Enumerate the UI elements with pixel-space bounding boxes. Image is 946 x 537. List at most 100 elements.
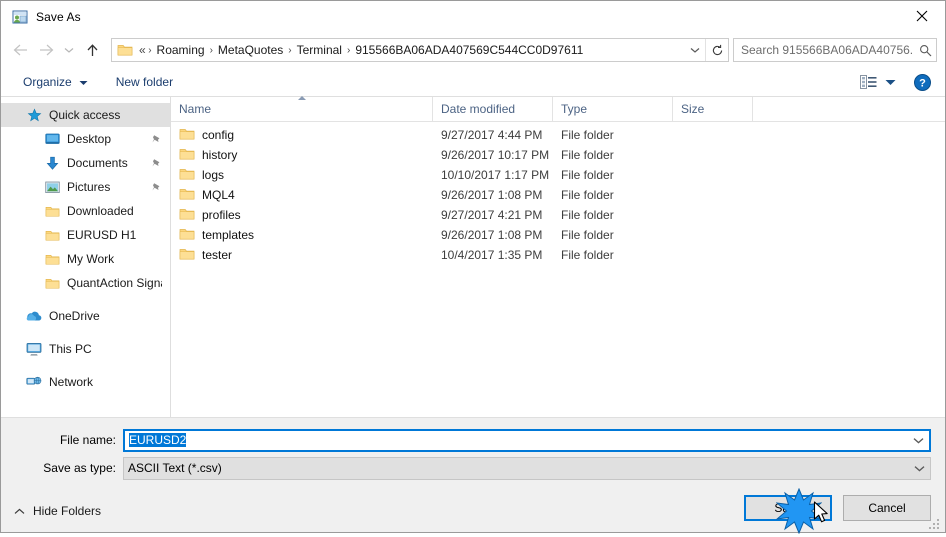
onedrive-icon: [26, 308, 42, 324]
cell-date-modified: 10/10/2017 1:17 PM: [441, 168, 550, 182]
organize-label: Organize: [23, 75, 72, 89]
sidebar-item-eurusd-h1[interactable]: EURUSD H1: [1, 223, 170, 247]
file-name-label: File name:: [59, 433, 116, 447]
breadcrumb-item-folder-id[interactable]: 915566BA06ADA407569C544CC0D97611: [351, 41, 587, 59]
save-as-icon: [12, 9, 28, 25]
breadcrumb-item-terminal[interactable]: Terminal: [293, 41, 346, 59]
breadcrumb-item-roaming[interactable]: Roaming: [153, 41, 209, 59]
cell-date-modified: 9/26/2017 1:08 PM: [441, 228, 543, 242]
table-row[interactable]: tester 10/4/2017 1:35 PM File folder: [171, 245, 945, 265]
column-header-type[interactable]: Type: [553, 97, 673, 121]
breadcrumb[interactable]: « › Roaming › MetaQuotes › Terminal › 91…: [135, 41, 685, 59]
cell-type: File folder: [561, 168, 614, 182]
sidebar-item-downloaded[interactable]: Downloaded: [1, 199, 170, 223]
folder-icon: [44, 275, 60, 291]
chevron-down-icon[interactable]: [909, 465, 930, 472]
cell-name: tester: [171, 247, 433, 263]
sidebar-item-this-pc[interactable]: This PC: [1, 337, 170, 361]
cell-name: logs: [171, 167, 433, 183]
column-header-size[interactable]: Size: [673, 97, 753, 121]
column-label: Size: [681, 102, 705, 116]
table-row[interactable]: history 9/26/2017 10:17 PM File folder: [171, 145, 945, 165]
sidebar-item-desktop[interactable]: Desktop: [1, 127, 170, 151]
table-row[interactable]: templates 9/26/2017 1:08 PM File folder: [171, 225, 945, 245]
search-placeholder: Search 915566BA06ADA40756...: [741, 43, 914, 57]
folder-icon: [179, 207, 195, 223]
dialog-buttons: Save Cancel: [744, 495, 931, 521]
organize-button[interactable]: Organize: [17, 72, 94, 92]
recent-locations-chevron-down-icon[interactable]: [59, 37, 79, 63]
pin-icon[interactable]: [151, 158, 162, 169]
list-view-icon[interactable]: [856, 73, 881, 91]
cell-name: MQL4: [171, 187, 433, 203]
sidebar-item-label: OneDrive: [49, 309, 100, 323]
column-header-date-modified[interactable]: Date modified: [433, 97, 553, 121]
cell-name: history: [171, 147, 433, 163]
cell-date-modified: 9/26/2017 1:08 PM: [441, 188, 543, 202]
cell-name: config: [171, 127, 433, 143]
column-headers: Name Date modified Type Size: [171, 96, 945, 122]
cell-type: File folder: [561, 248, 614, 262]
file-name: logs: [202, 168, 225, 182]
title-bar: Save As: [1, 1, 945, 32]
sidebar-item-quick-access[interactable]: Quick access: [1, 103, 170, 127]
cell-type: File folder: [561, 148, 614, 162]
svg-text:?: ?: [919, 77, 926, 89]
command-bar: Organize New folder ?: [1, 68, 945, 97]
pin-icon[interactable]: [151, 182, 162, 193]
resize-grip[interactable]: [929, 517, 941, 529]
cell-type: File folder: [561, 228, 614, 242]
cell-name: profiles: [171, 207, 433, 223]
search-input[interactable]: Search 915566BA06ADA40756...: [733, 38, 937, 62]
save-button[interactable]: Save: [744, 495, 832, 521]
sidebar-item-network[interactable]: Network: [1, 370, 170, 394]
arrow-right-icon[interactable]: [33, 37, 59, 63]
dialog-body: Quick access Desktop Documents Pictures …: [1, 96, 945, 417]
cell-name: templates: [171, 227, 433, 243]
save-label: Save: [774, 501, 802, 515]
help-icon[interactable]: ?: [914, 73, 931, 91]
column-header-name[interactable]: Name: [171, 96, 433, 121]
sidebar-item-my-work[interactable]: My Work: [1, 247, 170, 271]
pin-icon[interactable]: [151, 134, 162, 145]
file-name: history: [202, 148, 238, 162]
folder-icon: [117, 43, 133, 57]
table-row[interactable]: profiles 9/27/2017 4:21 PM File folder: [171, 205, 945, 225]
cell-date-modified: 9/27/2017 4:21 PM: [441, 208, 543, 222]
file-name-input[interactable]: EURUSD2: [123, 428, 931, 452]
arrow-up-icon[interactable]: [79, 37, 105, 63]
view-controls: ?: [856, 73, 937, 91]
network-icon: [26, 374, 42, 390]
cancel-button[interactable]: Cancel: [843, 495, 931, 521]
table-row[interactable]: MQL4 9/26/2017 1:08 PM File folder: [171, 185, 945, 205]
navigation-bar: « › Roaming › MetaQuotes › Terminal › 91…: [1, 32, 945, 68]
sidebar-item-documents[interactable]: Documents: [1, 151, 170, 175]
breadcrumb-overflow[interactable]: «: [135, 41, 147, 59]
folder-icon: [179, 227, 195, 243]
close-icon[interactable]: [899, 1, 945, 31]
chevron-down-icon[interactable]: [908, 437, 929, 444]
cancel-label: Cancel: [868, 501, 906, 515]
view-chevron-down-icon[interactable]: [881, 77, 900, 88]
sidebar-item-label: Desktop: [67, 132, 112, 146]
breadcrumb-item-metaquotes[interactable]: MetaQuotes: [214, 41, 287, 59]
pictures-icon: [44, 179, 60, 195]
address-bar[interactable]: « › Roaming › MetaQuotes › Terminal › 91…: [111, 38, 729, 62]
arrow-left-icon[interactable]: [7, 37, 33, 63]
file-list-pane: Name Date modified Type Size config 9/27…: [171, 96, 945, 417]
hide-folders-button[interactable]: Hide Folders: [14, 504, 101, 518]
refresh-icon[interactable]: [705, 39, 728, 61]
address-chevron-down-icon[interactable]: [685, 39, 705, 61]
save-as-dialog: Save As « › Roaming › MetaQuotes › Termi…: [0, 0, 946, 535]
sidebar-item-pictures[interactable]: Pictures: [1, 175, 170, 199]
table-row[interactable]: logs 10/10/2017 1:17 PM File folder: [171, 165, 945, 185]
thispc-icon: [26, 341, 42, 357]
save-as-type-select[interactable]: ASCII Text (*.csv): [123, 456, 931, 480]
search-icon[interactable]: [914, 44, 936, 57]
new-folder-button[interactable]: New folder: [110, 72, 179, 92]
sidebar-item-onedrive[interactable]: OneDrive: [1, 304, 170, 328]
sidebar-item-quantaction-signal[interactable]: QuantAction Signal: [1, 271, 170, 295]
folder-icon: [179, 127, 195, 143]
table-row[interactable]: config 9/27/2017 4:44 PM File folder: [171, 125, 945, 145]
new-folder-label: New folder: [115, 75, 174, 89]
